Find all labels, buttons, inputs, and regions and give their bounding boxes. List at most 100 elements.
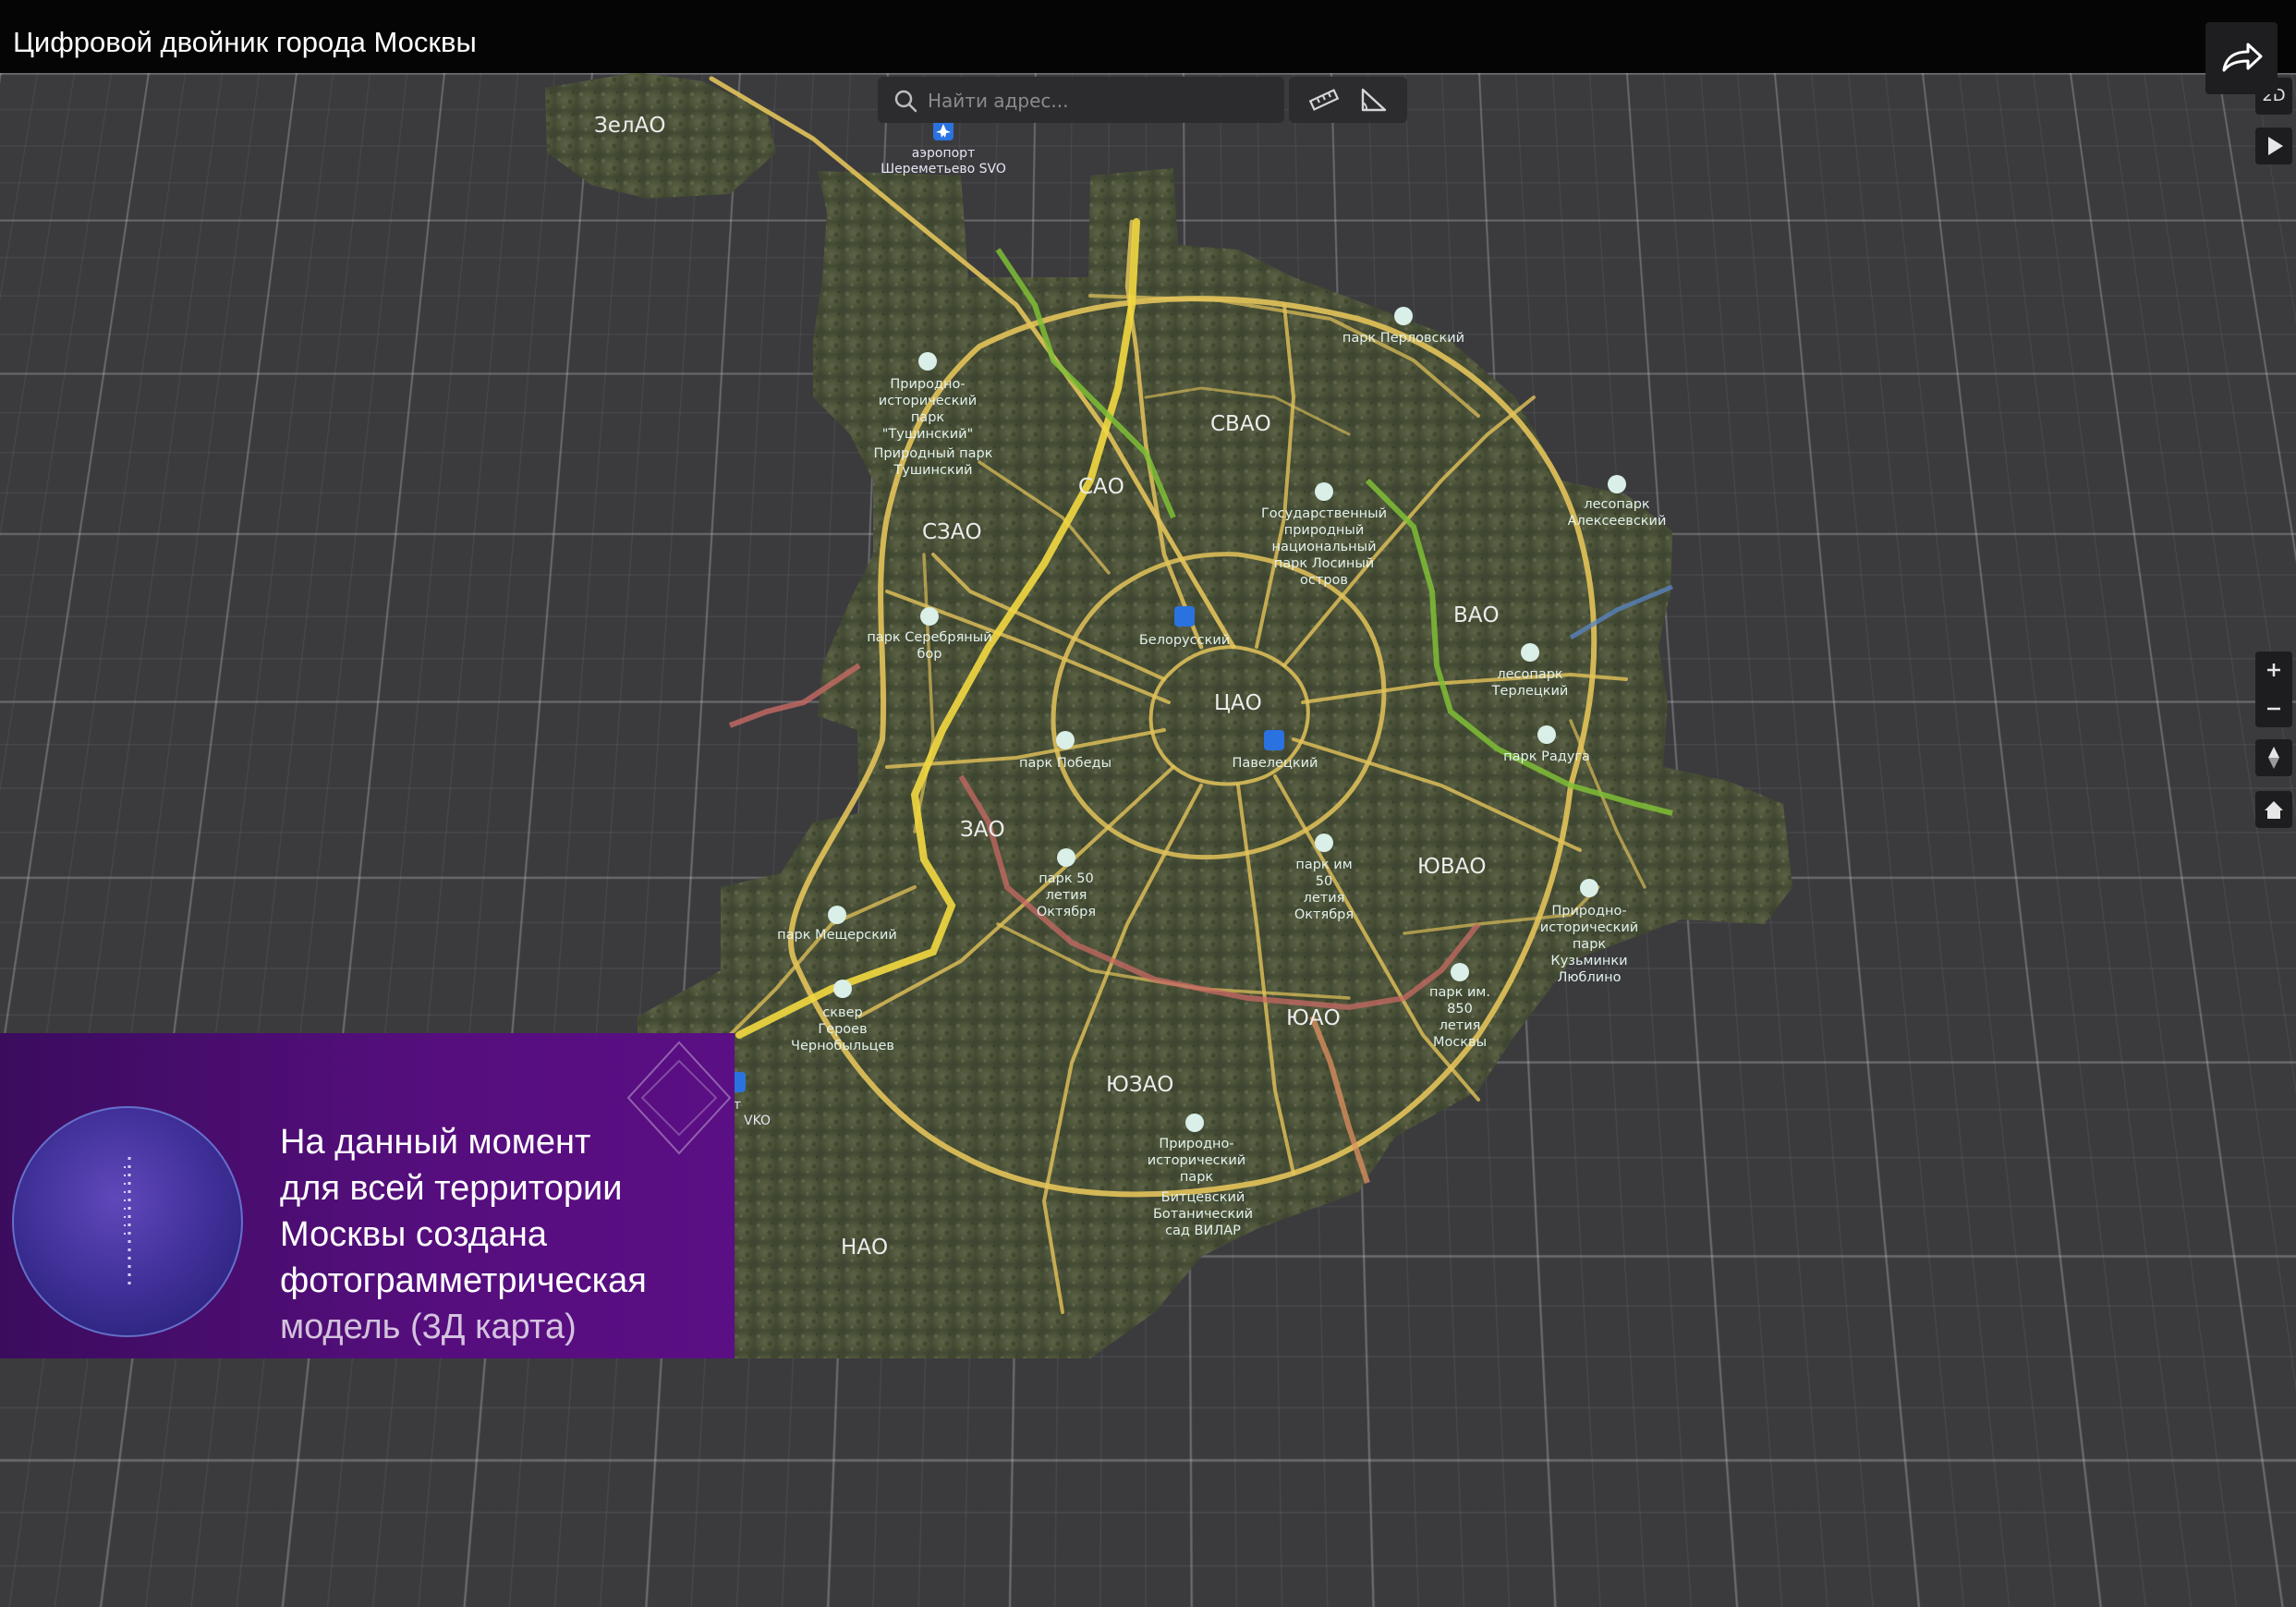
poi-label: парк Лосиный: [1274, 556, 1374, 571]
tree-icon: [828, 906, 846, 924]
poi-label: 50: [1316, 874, 1332, 889]
poi-label: бор: [917, 647, 941, 662]
poi-label: парк: [911, 410, 945, 425]
poi-label: аэропорт: [912, 146, 975, 161]
zoom-out-button[interactable]: [2255, 690, 2292, 727]
zoom-controls: [2255, 651, 2292, 727]
poi-label: Алексеевский: [1568, 514, 1667, 529]
tree-icon: [1057, 848, 1075, 867]
poi-label: Природно-: [1159, 1137, 1233, 1151]
poi-label: национальный: [1271, 540, 1376, 554]
poi-label: Битцевский: [1161, 1190, 1245, 1205]
caption-line: Москвы создана: [280, 1211, 647, 1258]
poi-label: парк им: [1295, 858, 1352, 872]
svg-text:аэропортШереметьево SVO: аэропорт Шереметьево SVO: [881, 146, 1006, 177]
globe-icon: [7, 1102, 248, 1342]
zoom-in-button[interactable]: [2255, 651, 2292, 688]
tree-icon: [1451, 963, 1469, 981]
poi-label: летия: [1304, 891, 1345, 906]
poi-label: Люблино: [1557, 970, 1621, 985]
district-label-cao: ЦАО: [1214, 691, 1262, 715]
area-measure-icon[interactable]: [1354, 84, 1391, 116]
svg-text:парк Мещерский: парк Мещерский: [777, 928, 897, 943]
poi-label: Октября: [1037, 905, 1096, 919]
poi-label: Белорусский: [1139, 633, 1230, 648]
poi-label: Ботанический: [1153, 1207, 1253, 1222]
poi-label: исторический: [1540, 920, 1638, 935]
tree-icon: [920, 607, 939, 626]
ruler-icon[interactable]: [1306, 84, 1342, 116]
poi-label: парк Победы: [1019, 756, 1112, 771]
poi-label: парк Мещерский: [777, 928, 897, 943]
poi-label: сквер: [822, 1005, 862, 1020]
district-label-nao: НАО: [841, 1236, 888, 1260]
caption-text: На данный момент для всей территории Мос…: [280, 1119, 647, 1350]
poi-label: Природный парк: [874, 446, 993, 461]
caption-line: для всей территории: [280, 1165, 647, 1211]
district-label-szao: СЗАО: [922, 520, 982, 544]
home-button[interactable]: [2255, 791, 2292, 828]
poi-label: Кузьминки: [1550, 954, 1627, 968]
plus-icon: [2255, 651, 2292, 688]
tree-icon: [1185, 1114, 1204, 1132]
tree-icon: [1608, 475, 1626, 493]
address-search[interactable]: [878, 77, 1284, 123]
minus-icon: [2255, 690, 2292, 727]
poi-label: Москвы: [1433, 1035, 1487, 1050]
search-input[interactable]: [926, 77, 1271, 125]
poi-label: Природно-: [890, 377, 965, 392]
district-label-yuao: ЮАО: [1286, 1006, 1341, 1030]
district-label-vao: ВАО: [1453, 603, 1500, 627]
poi-label: лесопарк: [1584, 497, 1650, 512]
poi-label: VKO: [744, 1114, 771, 1128]
poi-label: Терлецкий: [1491, 684, 1569, 699]
poi-label: парк: [1573, 937, 1607, 952]
tree-icon: [1056, 731, 1075, 749]
poi-label: Природно-: [1551, 904, 1626, 919]
tree-icon: [1521, 643, 1539, 662]
district-label-svao: СВАО: [1210, 412, 1271, 436]
search-icon: [893, 88, 918, 114]
poi-label: летия: [1440, 1018, 1481, 1033]
poi-label: парк: [1180, 1170, 1214, 1185]
svg-text:парк Победы: парк Победы: [1019, 756, 1112, 771]
poi-label: лесопарк: [1497, 667, 1563, 682]
poi-label: парк 50: [1039, 871, 1093, 886]
poi-label: парк им.: [1429, 985, 1490, 1000]
play-button[interactable]: [2255, 128, 2292, 164]
poi-label: парк Радуга: [1503, 749, 1590, 764]
home-icon: [2255, 791, 2292, 828]
district-label-yuzao: ЮЗАО: [1106, 1073, 1173, 1097]
poi-label: 850: [1447, 1002, 1473, 1017]
poi-label: остров: [1300, 573, 1348, 588]
window-title: Цифровой двойник города Москвы: [13, 26, 477, 59]
poi-label: Чернобыльцев: [791, 1039, 894, 1053]
compass-button[interactable]: [2255, 739, 2292, 776]
poi-label: парк Серебряный: [867, 630, 991, 645]
poi-label: исторический: [1148, 1153, 1245, 1168]
poi-label: летия: [1046, 888, 1087, 903]
tree-icon: [833, 980, 852, 998]
play-icon: [2255, 128, 2292, 164]
share-icon: [2205, 22, 2278, 94]
measure-tools: [1289, 77, 1407, 123]
poi-label: Павелецкий: [1233, 756, 1318, 771]
poi-label: сад ВИЛАР: [1165, 1224, 1241, 1238]
poi-label: Октября: [1294, 907, 1354, 922]
svg-text:парк Перловский: парк Перловский: [1342, 331, 1464, 346]
poi-label: Героев: [818, 1022, 867, 1037]
poi-airport-svo[interactable]: аэропорт Шереметьево SVO: [881, 120, 1006, 177]
tree-icon: [1394, 307, 1413, 325]
district-label-zao: ЗАО: [960, 818, 1005, 842]
share-button[interactable]: [2205, 22, 2278, 94]
station-icon: [1264, 730, 1284, 750]
tree-icon: [1537, 725, 1556, 744]
poi-label: парк Перловский: [1342, 331, 1464, 346]
caption-line: модель (3Д карта): [280, 1304, 647, 1350]
tree-icon: [1580, 879, 1598, 897]
district-label-zelao: ЗелАО: [594, 114, 665, 138]
svg-text:парк Радуга: парк Радуга: [1503, 749, 1590, 764]
district-label-sao: САО: [1078, 475, 1124, 499]
tree-icon: [918, 352, 937, 371]
caption-line: На данный момент: [280, 1119, 647, 1165]
